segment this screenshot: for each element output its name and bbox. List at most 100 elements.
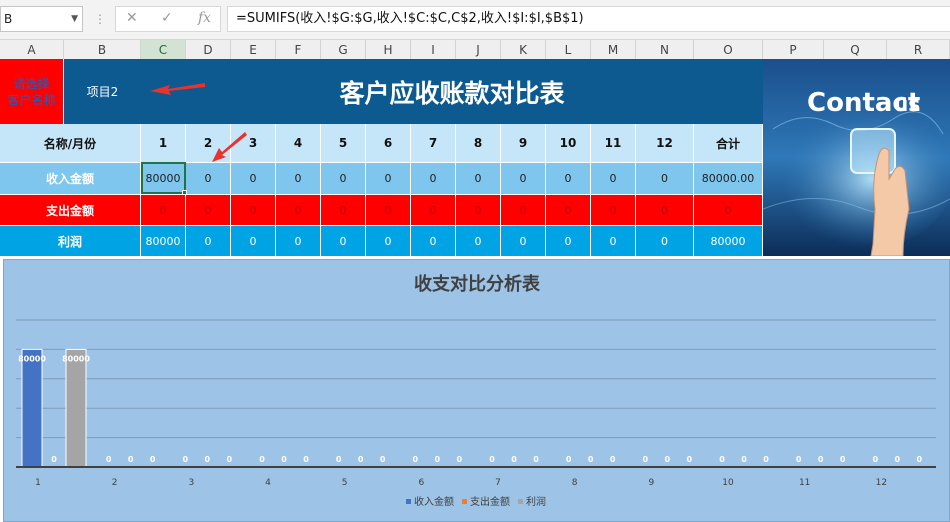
column-header-k[interactable]: K xyxy=(501,40,546,61)
column-header-r[interactable]: R xyxy=(887,40,950,61)
column-header-m[interactable]: M xyxy=(591,40,636,61)
row-label[interactable]: 支出金额 xyxy=(0,194,141,225)
data-label: 0 xyxy=(128,455,134,464)
table-cell[interactable]: 0 xyxy=(636,162,694,194)
x-tick-label: 2 xyxy=(112,478,118,488)
row-total[interactable]: 0 xyxy=(694,194,763,225)
month-header-7[interactable]: 7 xyxy=(411,124,456,162)
chevron-down-icon[interactable]: ▼ xyxy=(71,7,78,31)
table-cell[interactable]: 0 xyxy=(456,162,501,194)
table-cell[interactable]: 0 xyxy=(276,194,321,225)
column-header-n[interactable]: N xyxy=(636,40,694,61)
month-header-11[interactable]: 11 xyxy=(591,124,636,162)
month-header-4[interactable]: 4 xyxy=(276,124,321,162)
table-cell[interactable]: 0 xyxy=(366,225,411,256)
x-tick-label: 7 xyxy=(495,478,501,488)
month-header-2[interactable]: 2 xyxy=(186,124,231,162)
month-header-6[interactable]: 6 xyxy=(366,124,411,162)
customer-picker-cell[interactable]: 请选择 客户名称 xyxy=(0,59,64,124)
table-cell[interactable]: 0 xyxy=(411,194,456,225)
x-tick-label: 5 xyxy=(342,478,348,488)
table-cell[interactable]: 0 xyxy=(636,194,694,225)
table-cell[interactable]: 0 xyxy=(186,194,231,225)
table-cell[interactable]: 0 xyxy=(501,194,546,225)
check-icon[interactable]: ✓ xyxy=(161,10,173,26)
table-cell[interactable]: 0 xyxy=(231,162,276,194)
month-header-5[interactable]: 5 xyxy=(321,124,366,162)
table-cell[interactable]: 0 xyxy=(456,225,501,256)
row-label[interactable]: 收入金额 xyxy=(0,162,141,194)
column-header-b[interactable]: B xyxy=(64,40,141,61)
fill-handle[interactable] xyxy=(182,190,187,195)
table-cell[interactable]: 0 xyxy=(366,162,411,194)
column-header-d[interactable]: D xyxy=(186,40,231,61)
column-header-c[interactable]: C xyxy=(141,40,186,61)
column-header-g[interactable]: G xyxy=(321,40,366,61)
table-cell[interactable]: 0 xyxy=(231,225,276,256)
table-cell[interactable]: 0 xyxy=(321,194,366,225)
table-cell[interactable]: 0 xyxy=(276,225,321,256)
data-label: 0 xyxy=(489,455,495,464)
contact-us-text-us: us xyxy=(894,92,920,116)
spreadsheet-window: B ▼ ⋮ ✕ ✓ fx =SUMIFS(收入!$G:$G,收入!$C:$C,C… xyxy=(0,0,950,522)
table-cell[interactable]: 0 xyxy=(591,162,636,194)
formula-input[interactable]: =SUMIFS(收入!$G:$G,收入!$C:$C,C$2,收入!$I:$I,$… xyxy=(227,6,950,32)
name-box[interactable]: B ▼ xyxy=(0,6,83,32)
data-label: 0 xyxy=(259,455,265,464)
total-header[interactable]: 合计 xyxy=(694,124,763,162)
column-header-p[interactable]: P xyxy=(763,40,824,61)
table-cell[interactable]: 0 xyxy=(411,162,456,194)
bar-profit xyxy=(65,348,87,468)
formula-actions: ✕ ✓ fx xyxy=(115,6,221,32)
table-cell[interactable]: 0 xyxy=(186,225,231,256)
table-cell[interactable]: 0 xyxy=(546,194,591,225)
column-header-o[interactable]: O xyxy=(694,40,763,61)
column-header-f[interactable]: F xyxy=(276,40,321,61)
table-cell[interactable]: 0 xyxy=(591,225,636,256)
month-header-1[interactable]: 1 xyxy=(141,124,186,162)
income-expense-chart[interactable]: 收支对比分析表 80000 0 80000 1 0 0 0 2 0 0 0 3 0 0 0 4 0 0 0 5 0 0 0 6 0… xyxy=(3,259,950,522)
data-label: 0 xyxy=(917,455,923,464)
month-header-8[interactable]: 8 xyxy=(456,124,501,162)
month-header-10[interactable]: 10 xyxy=(546,124,591,162)
table-cell[interactable]: 0 xyxy=(186,162,231,194)
column-header-h[interactable]: H xyxy=(366,40,411,61)
table-cell[interactable]: 0 xyxy=(546,225,591,256)
table-cell[interactable]: 0 xyxy=(276,162,321,194)
data-label: 0 xyxy=(873,455,879,464)
table-cell[interactable]: 0 xyxy=(366,194,411,225)
table-cell[interactable]: 80000 xyxy=(141,225,186,256)
table-cell[interactable]: 0 xyxy=(411,225,456,256)
column-header-i[interactable]: I xyxy=(411,40,456,61)
table-cell[interactable]: 0 xyxy=(636,225,694,256)
column-header-a[interactable]: A xyxy=(0,40,64,61)
table-cell[interactable]: 0 xyxy=(231,194,276,225)
column-header-e[interactable]: E xyxy=(231,40,276,61)
column-header-l[interactable]: L xyxy=(546,40,591,61)
month-header-3[interactable]: 3 xyxy=(231,124,276,162)
row-total[interactable]: 80000.00 xyxy=(694,162,763,194)
column-header-q[interactable]: Q xyxy=(824,40,887,61)
table-cell[interactable]: 0 xyxy=(546,162,591,194)
row-header-label[interactable]: 名称/月份 xyxy=(0,124,141,162)
row-label[interactable]: 利润 xyxy=(0,225,141,256)
table-cell[interactable]: 0 xyxy=(456,194,501,225)
active-cell-border[interactable] xyxy=(141,162,186,194)
column-header-j[interactable]: J xyxy=(456,40,501,61)
table-cell[interactable]: 0 xyxy=(591,194,636,225)
month-header-12[interactable]: 12 xyxy=(636,124,694,162)
sheet-title-text: 客户应收账款对比表 xyxy=(339,78,565,108)
table-cell[interactable]: 0 xyxy=(321,162,366,194)
close-icon[interactable]: ✕ xyxy=(126,10,138,26)
row-total[interactable]: 80000 xyxy=(694,225,763,256)
data-label: 0 xyxy=(150,455,156,464)
table-cell[interactable]: 0 xyxy=(501,225,546,256)
table-cell[interactable]: 0 xyxy=(501,162,546,194)
table-cell[interactable]: 0 xyxy=(321,225,366,256)
table-cell[interactable]: 0 xyxy=(141,194,186,225)
month-header-9[interactable]: 9 xyxy=(501,124,546,162)
formula-bar: B ▼ ⋮ ✕ ✓ fx =SUMIFS(收入!$G:$G,收入!$C:$C,C… xyxy=(0,0,950,40)
project-cell[interactable]: 项目2 xyxy=(64,59,141,124)
function-icon[interactable]: fx xyxy=(198,10,211,26)
data-label: 0 xyxy=(588,455,594,464)
